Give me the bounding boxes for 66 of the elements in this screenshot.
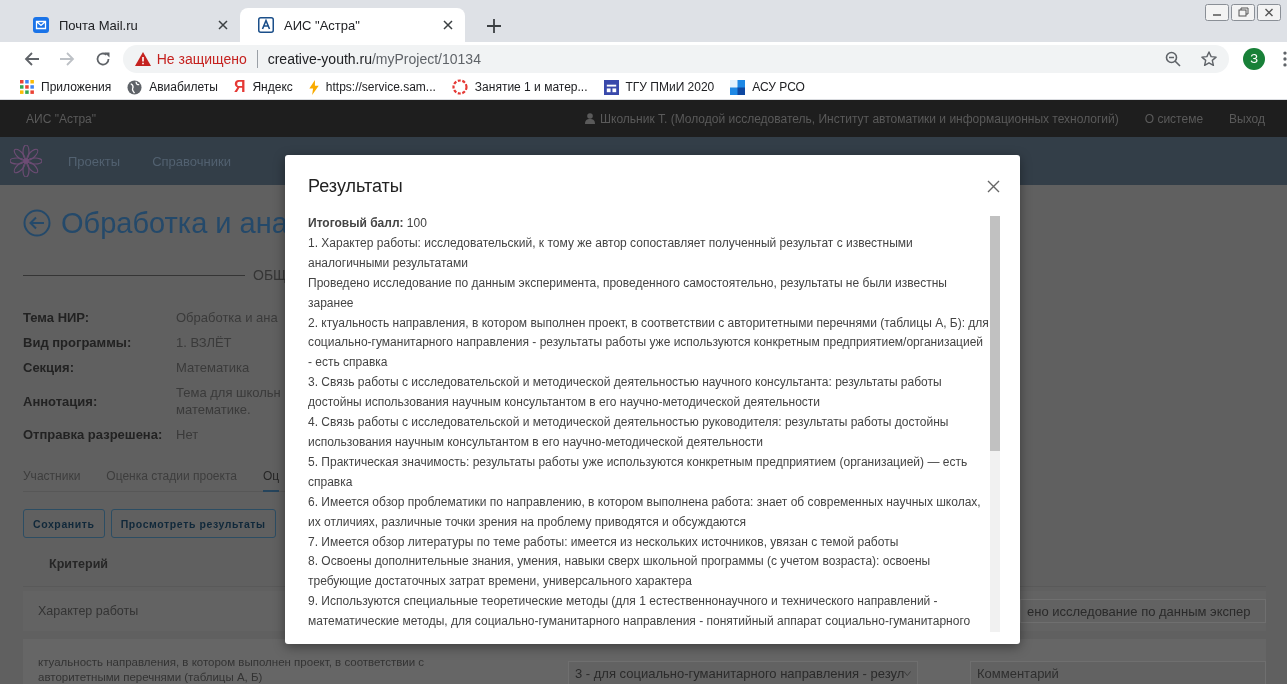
result-text: 7. Имеется обзор литературы по теме работы: имеется из нескольких источников, увязан с темой работы <box>308 533 900 551</box>
minimize-icon[interactable] <box>1205 4 1229 21</box>
letter-icon: Я <box>233 80 246 94</box>
modal-title: Результаты <box>308 175 403 197</box>
new-tab-plus-icon[interactable] <box>487 19 501 33</box>
close-icon[interactable] <box>1257 4 1281 21</box>
close-icon[interactable] <box>218 20 228 30</box>
globe-icon <box>127 79 143 95</box>
browser-tab[interactable]: АИС "Астра" <box>240 8 465 42</box>
total-score: Итоговый балл: 100 <box>308 215 428 232</box>
lightning-icon <box>308 79 319 95</box>
zoom-out-icon[interactable] <box>1165 50 1182 67</box>
address-bar[interactable]: Не защищено creative-youth.ru/myProject/10134 <box>122 44 1230 73</box>
close-icon[interactable] <box>987 179 1000 193</box>
result-text: Проведено исследование по данным эксперимента, проведенного самостоятельно, результаты не были известны заранее <box>308 274 948 312</box>
bookmark[interactable]: Занятие 1 и матер... <box>451 79 588 95</box>
app-brand[interactable]: АИС "Астра" <box>26 111 586 126</box>
header-link[interactable]: О системе <box>1144 111 1204 126</box>
result-text: 5. Практическая значимость: результаты работы уже используются конкретным предприятием (организацией) — есть справка <box>308 453 969 491</box>
bookmark[interactable]: Приложения <box>20 80 112 94</box>
restore-icon[interactable] <box>1231 4 1255 21</box>
result-text: 2. ктуальность направления, в котором выполнен проект, в соответствии с авторитетными перечнями (таблицы А, Б): для социально-гуманитарного направления - результаты работы уже используются конкретным предприятием/организацией - есть справка <box>308 314 990 372</box>
warning-icon <box>134 51 151 66</box>
column-header: Критерий <box>49 557 109 571</box>
close-icon[interactable] <box>443 20 453 30</box>
field-label: Вид программы: <box>23 335 133 350</box>
choice-dropdown[interactable]: 3 - для социально-гуманитарного направления - резул <box>568 661 918 684</box>
bookmark[interactable]: https://service.sam... <box>308 79 436 95</box>
bookmark[interactable]: ТГУ ПМиИ 2020 <box>603 79 715 95</box>
url-text[interactable]: creative-youth.ru/myProject/10134 <box>267 50 481 67</box>
field-label: Аннотация: <box>23 393 99 409</box>
result-text: 1. Характер работы: исследовательский, к тому же автор сопоставляет полученный результат с известными аналогичными результатами <box>308 234 914 272</box>
view-results-button[interactable]: Просмотреть результаты <box>110 509 276 538</box>
bookmark[interactable]: Авиабилеты <box>127 79 218 95</box>
mail-icon <box>33 17 49 33</box>
save-button[interactable]: Сохранить <box>23 509 105 538</box>
star-icon[interactable] <box>1201 50 1218 67</box>
result-text: 3. Связь работы с исследовательской и методической деятельностью научного консультанта: результаты работы достойны использования научным консультантом в его научно-методической деятельности <box>308 374 943 412</box>
calendar-icon <box>603 79 619 95</box>
bookmark[interactable]: Я Яндекс <box>233 80 293 94</box>
result-text: 6. Имеется обзор проблематики по направлению, в котором выполнена работа: знает об современных научных школах, их отличиях, различные точки зрения на проблему приводятся и обсуждаются <box>308 493 982 531</box>
profile-avatar[interactable]: З <box>1243 47 1266 70</box>
tiles-icon <box>730 79 746 95</box>
triangle-logo-icon <box>258 17 274 33</box>
caret-icon <box>904 670 911 676</box>
user-link[interactable]: Школьник Т. (Молодой исследователь, Институт автоматики и информационных технологий) <box>585 111 1119 126</box>
user-icon <box>585 113 596 124</box>
field-label: Секция: <box>23 360 76 375</box>
result-text: 9. Используются специальные теоретические методы (для 1 естественнонаучного и технического направлений - математические методы, для социально-гуманитарного направления - понятийный аппарат социально-гуманитарного <box>308 593 972 631</box>
result-text: 8. Освоены дополнительные знания, умения, навыки сверх школьной программы (с учетом возраста): освоены требующие достаточных затрат времени, универсального характера <box>308 553 932 591</box>
answer-field[interactable]: ено исследование по данным экспер <box>1020 599 1266 623</box>
page-title: Обработка и ана <box>61 206 288 240</box>
field-label: Тема НИР: <box>23 310 91 325</box>
back-arrow-icon[interactable] <box>23 50 40 67</box>
header-link[interactable]: Выход <box>1229 111 1265 126</box>
tab[interactable]: Оц <box>262 469 280 492</box>
field-label: Отправка разрешена: <box>23 427 164 442</box>
security-warning[interactable]: Не защищено <box>156 50 247 67</box>
apps-grid-icon <box>20 80 34 94</box>
browser-tab[interactable]: Почта Mail.ru <box>15 8 240 42</box>
menu-icon[interactable] <box>1283 50 1287 67</box>
bookmark[interactable]: АСУ РСО <box>730 79 805 95</box>
ring-icon <box>451 79 468 95</box>
reload-icon[interactable] <box>94 50 111 67</box>
scrollbar[interactable] <box>990 216 1000 632</box>
result-text: 4. Связь работы с исследовательской и методической деятельностью руководителя: результаты работы достойны использования научным консультантом в его научно-методической деятельности <box>308 414 950 451</box>
